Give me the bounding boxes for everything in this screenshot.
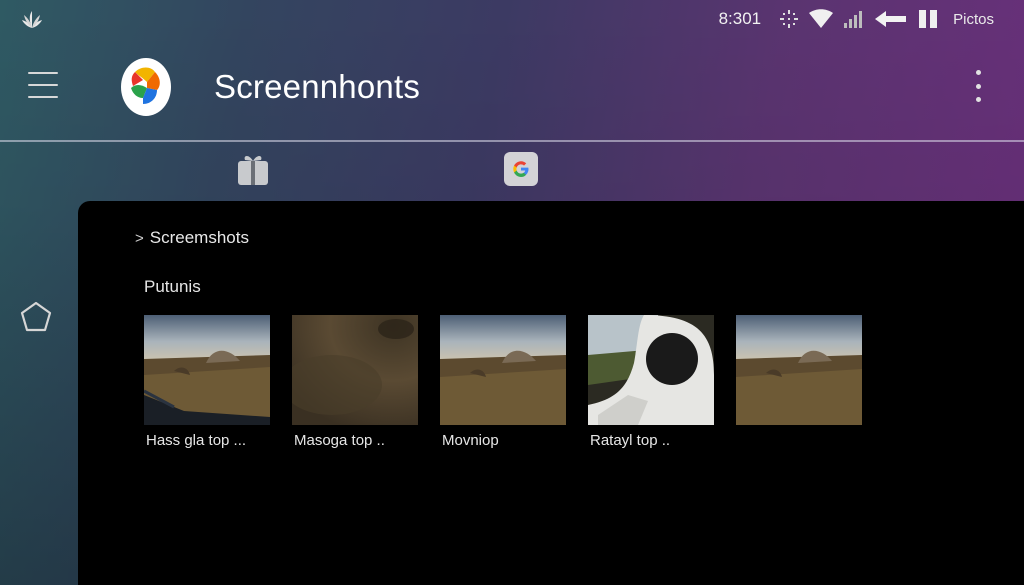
photo-tile[interactable]: Masoga top .. xyxy=(292,315,418,452)
photo-tile[interactable]: Ratayl top .. xyxy=(588,315,714,452)
photo-thumbnail xyxy=(588,315,714,425)
status-carrier: Pictos xyxy=(953,10,994,28)
app-bar: Screennhonts xyxy=(0,38,1024,140)
bluetooth-sparkle-icon xyxy=(780,10,799,28)
back-arrow-icon xyxy=(875,11,907,27)
page-title: Screennhonts xyxy=(214,68,421,105)
photo-tile[interactable]: Movniop xyxy=(440,315,566,452)
google-icon[interactable] xyxy=(504,152,538,186)
photo-thumbnail xyxy=(736,315,862,425)
app-bar-divider xyxy=(0,140,1024,142)
signal-icon xyxy=(844,11,863,28)
chevron-right-icon: > xyxy=(135,229,144,247)
photo-caption: Ratayl top .. xyxy=(590,432,671,449)
section-title: Putunis xyxy=(144,277,201,296)
hamburger-menu-icon[interactable] xyxy=(28,72,58,98)
breadcrumb[interactable]: > Screemshots xyxy=(135,228,249,248)
status-time: 8:301 xyxy=(718,9,762,28)
photo-caption xyxy=(738,432,862,452)
pause-icon xyxy=(919,10,938,28)
photo-thumbnail xyxy=(144,315,270,425)
pentagon-icon[interactable] xyxy=(18,299,54,335)
photo-caption: Masoga top .. xyxy=(294,432,385,449)
photo-tile[interactable] xyxy=(736,315,862,452)
gift-icon[interactable] xyxy=(236,152,270,186)
photo-tile[interactable]: Hass gla top ... xyxy=(144,315,270,452)
photo-grid: Hass gla top ... Masoga top .. Movniop R… xyxy=(144,315,862,452)
breadcrumb-label: Screemshots xyxy=(149,228,249,247)
photo-caption: Movniop xyxy=(442,432,499,449)
photos-logo-icon xyxy=(121,58,171,116)
status-bar: 8:301 Pictos xyxy=(0,0,1024,38)
more-vert-icon[interactable] xyxy=(967,70,989,102)
wifi-icon xyxy=(809,9,834,28)
screenshots-panel: > Screemshots Putunis Hass gla top ... M… xyxy=(78,201,1024,585)
photo-caption: Hass gla top ... xyxy=(146,432,247,449)
leaf-icon xyxy=(22,11,42,28)
photo-thumbnail xyxy=(292,315,418,425)
photo-thumbnail xyxy=(440,315,566,425)
